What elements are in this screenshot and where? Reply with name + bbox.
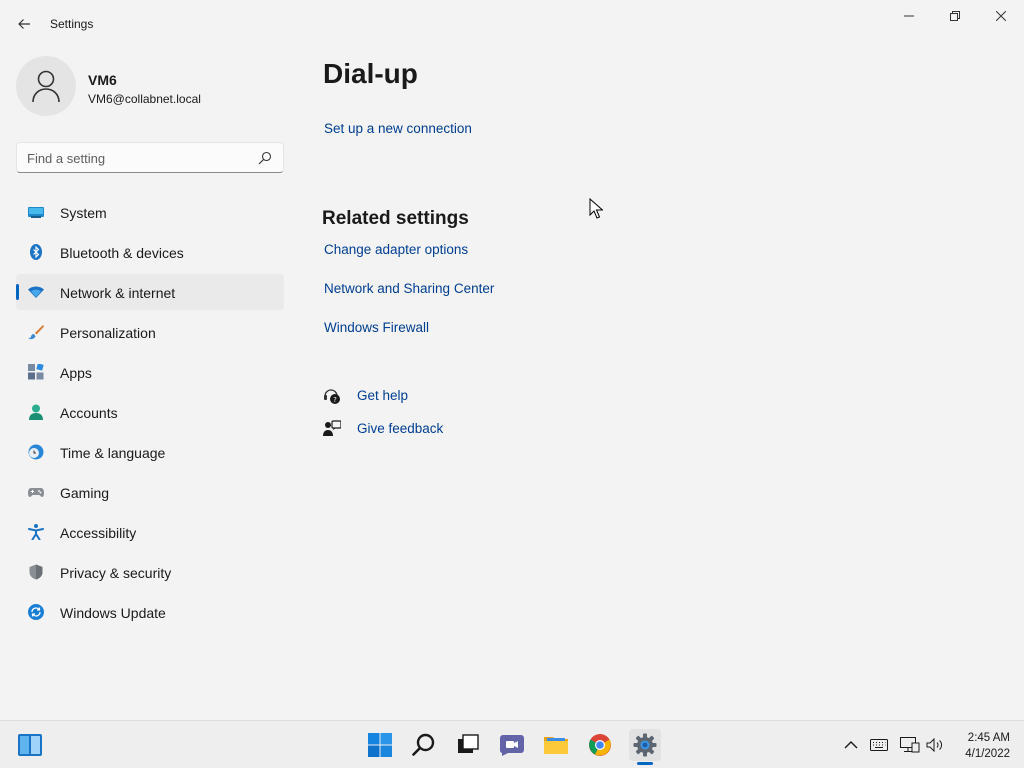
title-bar: Settings: [0, 0, 1024, 48]
sidebar-item-bluetooth[interactable]: Bluetooth & devices: [16, 234, 284, 270]
sidebar-item-label: System: [60, 205, 107, 221]
search-icon[interactable]: [258, 151, 272, 165]
windows-firewall-link[interactable]: Windows Firewall: [324, 320, 429, 335]
file-explorer-icon: [544, 737, 568, 754]
page-title: Dial-up: [323, 58, 418, 89]
person-icon: [32, 70, 60, 103]
chevron-up-icon: [844, 741, 858, 749]
update-icon: [28, 604, 44, 620]
sidebar-item-label: Bluetooth & devices: [60, 245, 184, 261]
start-icon: [368, 733, 392, 757]
volume-tray-button[interactable]: [925, 735, 945, 755]
accounts-icon: [29, 404, 43, 420]
active-app-indicator: [637, 762, 653, 765]
minimize-button[interactable]: [886, 0, 932, 32]
widgets-button[interactable]: [14, 729, 46, 761]
search-box[interactable]: [16, 142, 284, 173]
sidebar-item-label: Personalization: [60, 325, 156, 341]
give-feedback-link[interactable]: Give feedback: [357, 421, 443, 436]
sidebar-item-label: Windows Update: [60, 605, 166, 621]
sidebar-item-accounts[interactable]: Accounts: [16, 394, 284, 430]
sidebar-item-time-language[interactable]: Time & language: [16, 434, 284, 470]
settings-icon: [633, 733, 657, 757]
svg-text:?: ?: [333, 396, 337, 404]
network-sharing-center-link[interactable]: Network and Sharing Center: [324, 281, 494, 296]
volume-icon: [926, 738, 942, 752]
sidebar-item-network[interactable]: Network & internet: [16, 274, 284, 310]
gamepad-icon: [28, 488, 44, 497]
give-feedback-icon: [323, 420, 341, 436]
sidebar-item-windows-update[interactable]: Windows Update: [16, 594, 284, 630]
user-profile[interactable]: VM6 VM6@collabnet.local: [16, 56, 286, 118]
mouse-cursor-icon: [589, 198, 603, 219]
clock-date: 4/1/2022: [965, 748, 1010, 760]
start-button[interactable]: [364, 729, 396, 761]
setup-new-connection-link[interactable]: Set up a new connection: [324, 121, 472, 136]
settings-taskbar-button[interactable]: [629, 729, 661, 761]
taskbar: 2:45 AM 4/1/2022: [0, 720, 1024, 768]
keyboard-button[interactable]: [869, 735, 889, 755]
arrow-left-icon: [18, 19, 30, 29]
sidebar-item-label: Time & language: [60, 445, 166, 461]
sidebar-nav: System Bluetooth & devices Network & int…: [16, 194, 284, 634]
sidebar-item-gaming[interactable]: Gaming: [16, 474, 284, 510]
sidebar-item-accessibility[interactable]: Accessibility: [16, 514, 284, 550]
sidebar-item-label: Privacy & security: [60, 565, 172, 581]
get-help-icon: ?: [324, 389, 340, 404]
shield-icon: [29, 564, 43, 580]
search-input[interactable]: [27, 149, 247, 167]
taskbar-search-button[interactable]: [408, 729, 440, 761]
user-email: VM6@collabnet.local: [88, 92, 201, 106]
bluetooth-icon: [30, 244, 42, 260]
sidebar-item-personalization[interactable]: Personalization: [16, 314, 284, 350]
user-name: VM6: [88, 72, 117, 88]
sidebar-item-apps[interactable]: Apps: [16, 354, 284, 390]
taskbar-clock[interactable]: 2:45 AM 4/1/2022: [965, 730, 1010, 762]
globe-clock-icon: [28, 444, 44, 460]
sidebar-item-label: Network & internet: [60, 285, 176, 301]
monitor-icon: [28, 207, 44, 218]
sidebar-item-label: Accessibility: [60, 525, 137, 541]
change-adapter-options-link[interactable]: Change adapter options: [324, 242, 468, 257]
close-button[interactable]: [978, 0, 1024, 32]
task-view-button[interactable]: [452, 729, 484, 761]
keyboard-icon: [870, 739, 888, 751]
clock-time: 2:45 AM: [967, 732, 1010, 744]
show-hidden-icons-button[interactable]: [841, 735, 861, 755]
sidebar-item-privacy-security[interactable]: Privacy & security: [16, 554, 284, 590]
wifi-icon: [28, 286, 44, 298]
accessibility-icon: [28, 524, 44, 540]
chrome-icon: [589, 734, 611, 756]
minimize-icon: [904, 15, 914, 17]
sidebar-item-label: Apps: [60, 365, 92, 381]
task-view-icon: [458, 734, 479, 753]
chat-icon: [499, 735, 524, 756]
app-title: Settings: [50, 17, 94, 31]
chat-button[interactable]: [496, 729, 528, 761]
sidebar-item-label: Accounts: [60, 405, 118, 421]
brush-icon: [28, 325, 44, 340]
related-settings-heading: Related settings: [322, 208, 469, 229]
sidebar-item-system[interactable]: System: [16, 194, 284, 230]
apps-icon: [28, 364, 44, 380]
close-icon: [996, 11, 1006, 21]
get-help-link[interactable]: Get help: [357, 388, 408, 403]
sidebar-item-label: Gaming: [60, 485, 110, 501]
widgets-icon: [18, 734, 42, 756]
restore-icon: [950, 11, 960, 21]
chrome-button[interactable]: [584, 729, 616, 761]
network-tray-button[interactable]: [900, 735, 920, 755]
search-icon: [412, 733, 435, 756]
file-explorer-button[interactable]: [540, 729, 572, 761]
back-button[interactable]: [10, 10, 38, 38]
avatar: [16, 56, 76, 116]
restore-button[interactable]: [932, 0, 978, 32]
network-icon: [900, 737, 920, 753]
